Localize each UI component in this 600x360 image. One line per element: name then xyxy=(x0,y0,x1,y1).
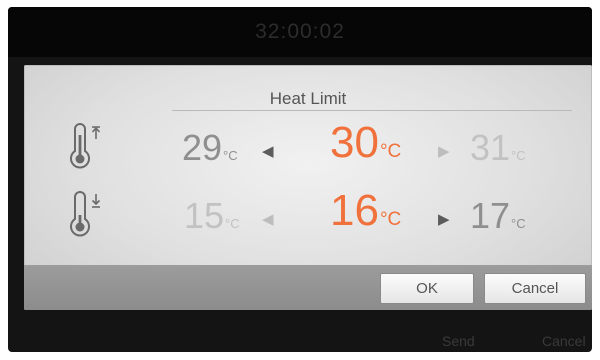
timer-display: 32:00:02 xyxy=(255,20,345,43)
background-cancel-button: Cancel xyxy=(542,333,586,349)
min-next-number: 17 xyxy=(470,195,511,236)
send-button: Send xyxy=(442,333,475,349)
max-previous-value[interactable]: 29°C xyxy=(182,127,238,169)
dialog-title: Heat Limit xyxy=(269,89,347,108)
max-increase-arrow-icon[interactable]: ▶ xyxy=(438,142,450,160)
cancel-button[interactable]: Cancel xyxy=(484,273,586,304)
thermometer-max-icon xyxy=(70,123,101,169)
timer-bar: 32:00:02 xyxy=(8,7,592,57)
title-divider xyxy=(172,110,572,111)
min-current-value: 16°C xyxy=(330,186,401,236)
max-previous-number: 29 xyxy=(182,127,223,168)
min-current-unit: °C xyxy=(379,209,402,230)
max-next-number: 31 xyxy=(470,127,511,168)
ok-button[interactable]: OK xyxy=(380,273,474,304)
thermometer-min-icon xyxy=(70,191,101,237)
min-increase-arrow-icon[interactable]: ▶ xyxy=(438,210,450,228)
max-current-value: 30°C xyxy=(330,118,401,168)
min-decrease-arrow-icon[interactable]: ◀ xyxy=(262,210,274,228)
max-next-value[interactable]: 31°C xyxy=(470,127,526,169)
heat-limit-dialog: Heat Limit 29°C ◀ 30°C ▶ 31°C 15°C ◀ 16°… xyxy=(24,65,592,310)
min-previous-number: 15 xyxy=(184,195,225,236)
min-current-number: 16 xyxy=(330,186,379,235)
max-previous-unit: °C xyxy=(223,148,238,163)
max-current-unit: °C xyxy=(379,141,402,162)
max-temperature-row: 29°C ◀ 30°C ▶ 31°C xyxy=(24,117,592,177)
max-next-unit: °C xyxy=(511,148,526,163)
dialog-footer: OK Cancel xyxy=(24,265,592,310)
max-decrease-arrow-icon[interactable]: ◀ xyxy=(262,142,274,160)
min-next-unit: °C xyxy=(511,216,526,231)
device-screen: 32:00:02 Send Cancel Heat Limit 29°C ◀ 3… xyxy=(8,7,592,352)
max-current-number: 30 xyxy=(330,118,379,167)
min-previous-value[interactable]: 15°C xyxy=(184,195,240,237)
min-next-value[interactable]: 17°C xyxy=(470,195,526,237)
min-temperature-row: 15°C ◀ 16°C ▶ 17°C xyxy=(24,185,592,245)
min-previous-unit: °C xyxy=(225,216,240,231)
